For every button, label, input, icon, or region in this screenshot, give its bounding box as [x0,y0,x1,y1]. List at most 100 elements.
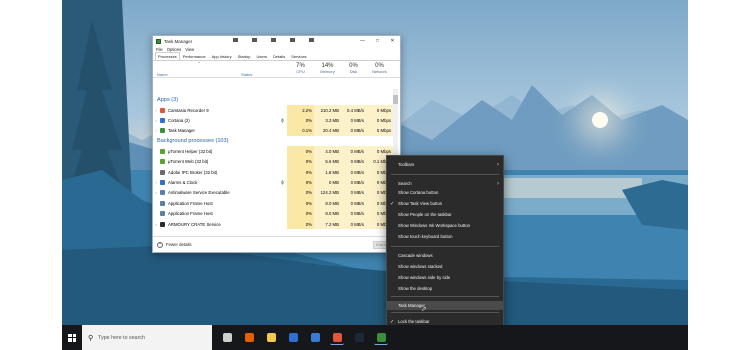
menu-item-toolbars[interactable]: Toolbars › [387,160,503,169]
menu-item-show-cortana-button[interactable]: Show Cortana button [387,188,503,197]
memory-value: 5.6 MB [314,156,341,167]
process-name: Alarms & Clock [168,180,198,186]
menu-separator [391,312,499,313]
taskbar[interactable]: ⚲ Type here to search [62,325,688,350]
menu-item-label: Show touch keyboard button [398,234,453,239]
toolbar-icon[interactable] [233,38,238,42]
menu-item-label: Show People on the taskbar [398,212,452,217]
disk-value: 0 MB/s [341,125,366,137]
file-explorer-icon[interactable] [264,331,278,345]
search-icon: ⚲ [88,334,94,342]
title-bar[interactable]: Task Manager — □ ✕ [153,36,400,46]
process-name: μTorrent Web (32 bit) [168,159,209,165]
tab-details[interactable]: Details [270,52,288,60]
menu-item-show-the-desktop[interactable]: Show the desktop [387,284,503,293]
toolbar-icon[interactable] [290,38,295,42]
firefox-icon[interactable] [242,331,256,345]
tab-processes[interactable]: Processes [155,52,180,60]
disk-value: 0 MB/s [341,166,366,178]
memory-value: 3.3 MB [314,115,341,126]
memory-value: 4.0 MB [314,146,341,157]
cpu-value: 0% [287,146,314,157]
process-icon [160,180,165,186]
start-button[interactable] [62,325,82,350]
cpu-value: 0% [287,177,314,188]
menu-item-label: Show windows stacked [398,264,443,269]
menu-item-label: Cascade windows [398,253,433,258]
process-row[interactable]: › Camtasia Recorder 9 2.2% 210.2 MB 0.4 MB/s… [153,105,393,116]
scrollbar-thumb[interactable] [393,95,398,104]
menu-item-show-people-on-the-taskbar[interactable]: Show People on the taskbar [387,210,503,219]
toolbar-icon[interactable] [309,38,314,42]
process-row[interactable]: › Task Manager 0.1% 20.4 MB 0 MB/s 0 Mbps [153,125,393,137]
search-box[interactable]: ⚲ Type here to search [82,325,212,350]
expand-chevron-icon[interactable]: › [153,222,159,227]
store-icon[interactable] [308,331,322,345]
title-toolbar-icons [233,38,314,42]
expand-chevron-icon[interactable]: › [153,108,159,113]
desktop: Task Manager — □ ✕ File Options View Pro… [62,0,688,350]
disk-value: 0.4 MB/s [341,105,366,116]
close-button[interactable]: ✕ [385,36,400,46]
minimize-button[interactable]: — [355,36,370,46]
column-network[interactable]: 0% Network [366,61,393,78]
tab-performance[interactable]: Performance [180,52,209,60]
network-percent: 0% [375,63,384,69]
task-manager-window[interactable]: Task Manager — □ ✕ File Options View Pro… [152,35,401,253]
tab-services[interactable]: Services [288,52,309,60]
menu-separator [391,174,499,175]
windows-logo-icon [68,333,76,342]
process-row[interactable]: › ARMOURY CRATE Service 0% 7.2 MB 0 MB/s 0 Mb… [153,218,393,230]
column-name[interactable]: Name [157,72,168,78]
process-row[interactable]: Application Frame Host 0% 8.0 MB 0 MB/s 0 Mb… [153,198,393,209]
menu-item-label: Lock the taskbar [398,319,430,324]
camtasia-icon[interactable] [330,331,344,345]
menu-item-show-windows-ink-workspace-button[interactable]: Show Windows Ink Workspace button [387,221,503,230]
menu-item-show-task-view-button[interactable]: ✓ Show Task View button [387,199,503,208]
column-cpu[interactable]: 7% CPU [287,61,314,78]
bottom-bar: ⌃ Fewer details End task [153,236,400,252]
disk-value: 0 MB/s [341,208,366,219]
column-memory[interactable]: 14% Memory [314,61,341,78]
process-row[interactable]: Adobe IPC Broker (32 bit) 0% 1.8 MB 0 MB/s 0… [153,166,393,178]
process-name: Adobe IPC Broker (32 bit) [168,169,218,175]
column-disk[interactable]: 0% Disk [341,61,366,78]
expand-chevron-icon[interactable]: › [153,180,159,185]
maximize-button[interactable]: □ [370,36,385,46]
process-row[interactable]: › Cortana (2) ϕ 0% 3.3 MB 0 MB/s 0 Mbps [153,115,393,126]
menu-item-cascade-windows[interactable]: Cascade windows [387,251,503,260]
menu-item-search[interactable]: Search › [387,179,503,188]
process-icon [160,128,165,134]
expand-chevron-icon[interactable]: › [153,128,159,133]
process-row[interactable]: μTorrent Web (32 bit) 0% 5.6 MB 0 MB/s 0.1 M… [153,156,393,167]
memory-value: 210.2 MB [314,105,341,116]
menu-item-show-windows-stacked[interactable]: Show windows stacked [387,262,503,271]
toolbar-icon[interactable] [271,38,276,42]
steam-icon[interactable] [352,331,366,345]
task-view-icon[interactable] [220,331,234,345]
menu-item-task-manager[interactable]: Task Manager [387,301,503,310]
process-row[interactable]: › Antimalware Service Executable 0% 124.2 M… [153,187,393,199]
toolbar-icon[interactable] [252,38,257,42]
column-status[interactable]: Status [241,72,252,78]
process-name: Task Manager [168,128,195,134]
process-row[interactable]: μTorrent Helper (32 bit) 0% 4.0 MB 0 MB/s 0 … [153,146,393,157]
process-icon [160,169,165,175]
task-manager-icon[interactable] [374,331,388,345]
tab-startup[interactable]: Startup [235,52,254,60]
menu-item-show-touch-keyboard-button[interactable]: Show touch keyboard button [387,232,503,241]
mail-icon[interactable] [286,331,300,345]
column-headers: ⌃ Name Status 7% CPU 14% Memory 0% Disk … [153,61,400,78]
fewer-details-link[interactable]: ⌃ Fewer details [157,241,192,248]
expand-chevron-icon[interactable]: › [153,118,159,123]
disk-value: 0 MB/s [341,115,366,126]
tab-app-history[interactable]: App history [209,52,235,60]
disk-value: 0 MB/s [341,177,366,188]
expand-chevron-icon[interactable]: › [153,190,159,195]
menu-item-show-windows-side-by-side[interactable]: Show windows side by side [387,273,503,282]
process-row[interactable]: › Alarms & Clock ϕ 0% 0 MB 0 MB/s 0 Mbps [153,177,393,188]
tab-users[interactable]: Users [254,52,270,60]
process-icon [160,107,165,113]
process-row[interactable]: Application Frame Host 0% 8.0 MB 0 MB/s 0 Mb… [153,208,393,219]
cpu-value: 0% [287,198,314,209]
